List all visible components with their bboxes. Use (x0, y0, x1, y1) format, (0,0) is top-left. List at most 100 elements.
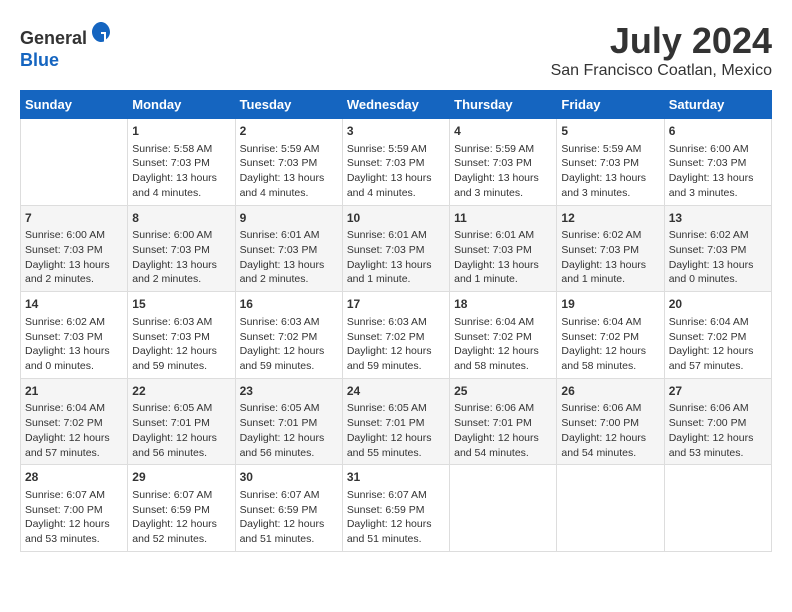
header-day-thursday: Thursday (450, 91, 557, 119)
calendar-table: SundayMondayTuesdayWednesdayThursdayFrid… (20, 90, 772, 552)
day-info: Sunset: 7:00 PM (561, 416, 659, 431)
logo-icon (89, 20, 113, 44)
calendar-cell (21, 119, 128, 206)
day-info: Sunset: 7:03 PM (454, 156, 552, 171)
day-info: Sunset: 7:02 PM (25, 416, 123, 431)
day-number: 30 (240, 469, 338, 486)
header-day-friday: Friday (557, 91, 664, 119)
day-info: Daylight: 13 hours and 0 minutes. (669, 258, 767, 287)
day-info: Daylight: 12 hours and 58 minutes. (561, 344, 659, 373)
day-info: Sunrise: 6:04 AM (669, 315, 767, 330)
day-info: Daylight: 13 hours and 4 minutes. (132, 171, 230, 200)
calendar-cell: 3Sunrise: 5:59 AMSunset: 7:03 PMDaylight… (342, 119, 449, 206)
day-info: Sunset: 7:03 PM (240, 156, 338, 171)
calendar-cell: 19Sunrise: 6:04 AMSunset: 7:02 PMDayligh… (557, 292, 664, 379)
day-info: Sunset: 7:00 PM (25, 503, 123, 518)
header-row: SundayMondayTuesdayWednesdayThursdayFrid… (21, 91, 772, 119)
day-number: 31 (347, 469, 445, 486)
day-info: Daylight: 13 hours and 2 minutes. (25, 258, 123, 287)
day-info: Sunset: 7:00 PM (669, 416, 767, 431)
day-info: Daylight: 12 hours and 57 minutes. (25, 431, 123, 460)
calendar-cell: 12Sunrise: 6:02 AMSunset: 7:03 PMDayligh… (557, 205, 664, 292)
calendar-cell: 5Sunrise: 5:59 AMSunset: 7:03 PMDaylight… (557, 119, 664, 206)
calendar-cell: 21Sunrise: 6:04 AMSunset: 7:02 PMDayligh… (21, 378, 128, 465)
page-header: General Blue July 2024 San Francisco Coa… (20, 20, 772, 80)
header-day-wednesday: Wednesday (342, 91, 449, 119)
day-number: 14 (25, 296, 123, 313)
day-info: Sunrise: 6:00 AM (132, 228, 230, 243)
day-info: Sunrise: 6:07 AM (25, 488, 123, 503)
calendar-cell: 20Sunrise: 6:04 AMSunset: 7:02 PMDayligh… (664, 292, 771, 379)
day-number: 29 (132, 469, 230, 486)
day-info: Sunset: 6:59 PM (240, 503, 338, 518)
calendar-cell: 29Sunrise: 6:07 AMSunset: 6:59 PMDayligh… (128, 465, 235, 552)
day-info: Sunrise: 5:59 AM (347, 142, 445, 157)
week-row-0: 1Sunrise: 5:58 AMSunset: 7:03 PMDaylight… (21, 119, 772, 206)
day-info: Sunset: 7:03 PM (561, 156, 659, 171)
day-number: 28 (25, 469, 123, 486)
header-day-sunday: Sunday (21, 91, 128, 119)
day-info: Sunrise: 6:03 AM (240, 315, 338, 330)
logo: General Blue (20, 20, 113, 71)
calendar-cell: 2Sunrise: 5:59 AMSunset: 7:03 PMDaylight… (235, 119, 342, 206)
title-block: July 2024 San Francisco Coatlan, Mexico (551, 20, 772, 80)
day-number: 3 (347, 123, 445, 140)
day-info: Sunset: 7:03 PM (132, 243, 230, 258)
day-info: Daylight: 13 hours and 1 minute. (347, 258, 445, 287)
logo-general: General (20, 28, 87, 48)
day-info: Sunrise: 5:58 AM (132, 142, 230, 157)
calendar-cell: 8Sunrise: 6:00 AMSunset: 7:03 PMDaylight… (128, 205, 235, 292)
day-number: 27 (669, 383, 767, 400)
day-info: Sunrise: 6:01 AM (347, 228, 445, 243)
day-info: Sunset: 7:02 PM (454, 330, 552, 345)
day-number: 16 (240, 296, 338, 313)
day-info: Sunrise: 6:05 AM (132, 401, 230, 416)
day-info: Daylight: 12 hours and 59 minutes. (240, 344, 338, 373)
calendar-cell (557, 465, 664, 552)
day-info: Daylight: 12 hours and 56 minutes. (132, 431, 230, 460)
day-number: 24 (347, 383, 445, 400)
day-info: Sunset: 7:03 PM (132, 330, 230, 345)
day-info: Daylight: 12 hours and 53 minutes. (25, 517, 123, 546)
day-info: Daylight: 13 hours and 0 minutes. (25, 344, 123, 373)
header-day-tuesday: Tuesday (235, 91, 342, 119)
day-info: Sunrise: 6:05 AM (347, 401, 445, 416)
day-info: Sunset: 7:03 PM (347, 243, 445, 258)
calendar-cell: 26Sunrise: 6:06 AMSunset: 7:00 PMDayligh… (557, 378, 664, 465)
calendar-cell: 23Sunrise: 6:05 AMSunset: 7:01 PMDayligh… (235, 378, 342, 465)
day-info: Sunset: 7:03 PM (669, 156, 767, 171)
day-info: Sunrise: 6:03 AM (132, 315, 230, 330)
day-info: Daylight: 13 hours and 1 minute. (454, 258, 552, 287)
day-info: Sunrise: 5:59 AM (240, 142, 338, 157)
day-number: 2 (240, 123, 338, 140)
calendar-cell (664, 465, 771, 552)
calendar-header: SundayMondayTuesdayWednesdayThursdayFrid… (21, 91, 772, 119)
header-day-monday: Monday (128, 91, 235, 119)
day-info: Daylight: 13 hours and 3 minutes. (454, 171, 552, 200)
day-number: 11 (454, 210, 552, 227)
day-info: Daylight: 13 hours and 3 minutes. (669, 171, 767, 200)
calendar-cell: 10Sunrise: 6:01 AMSunset: 7:03 PMDayligh… (342, 205, 449, 292)
day-number: 4 (454, 123, 552, 140)
day-info: Sunrise: 5:59 AM (454, 142, 552, 157)
logo-blue: Blue (20, 50, 59, 70)
day-info: Daylight: 12 hours and 53 minutes. (669, 431, 767, 460)
day-number: 19 (561, 296, 659, 313)
day-info: Sunrise: 6:07 AM (240, 488, 338, 503)
day-number: 9 (240, 210, 338, 227)
week-row-4: 28Sunrise: 6:07 AMSunset: 7:00 PMDayligh… (21, 465, 772, 552)
day-info: Sunset: 7:03 PM (669, 243, 767, 258)
header-day-saturday: Saturday (664, 91, 771, 119)
day-info: Sunset: 7:03 PM (25, 243, 123, 258)
week-row-2: 14Sunrise: 6:02 AMSunset: 7:03 PMDayligh… (21, 292, 772, 379)
day-info: Daylight: 12 hours and 59 minutes. (347, 344, 445, 373)
calendar-cell: 11Sunrise: 6:01 AMSunset: 7:03 PMDayligh… (450, 205, 557, 292)
day-info: Sunrise: 6:04 AM (25, 401, 123, 416)
calendar-cell: 31Sunrise: 6:07 AMSunset: 6:59 PMDayligh… (342, 465, 449, 552)
day-info: Sunrise: 6:04 AM (561, 315, 659, 330)
subtitle: San Francisco Coatlan, Mexico (551, 62, 772, 80)
calendar-cell: 15Sunrise: 6:03 AMSunset: 7:03 PMDayligh… (128, 292, 235, 379)
day-info: Sunrise: 6:05 AM (240, 401, 338, 416)
day-info: Daylight: 12 hours and 55 minutes. (347, 431, 445, 460)
day-number: 25 (454, 383, 552, 400)
